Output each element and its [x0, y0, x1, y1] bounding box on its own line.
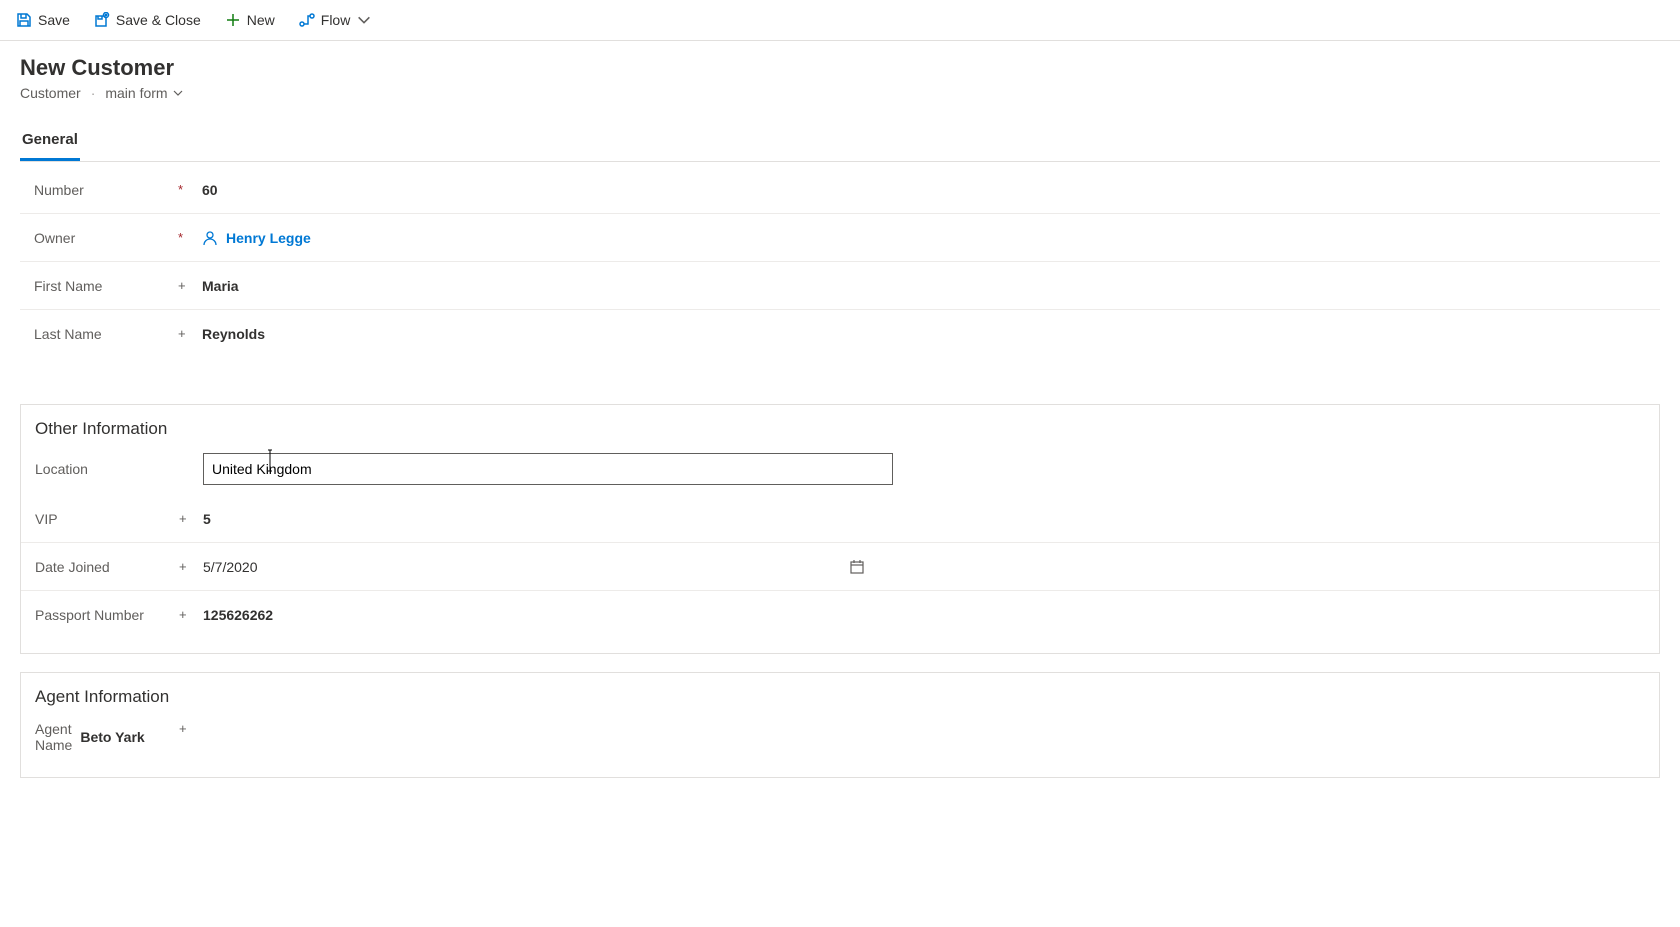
first-name-label: First Name — [34, 278, 102, 294]
recommended-icon: + — [179, 607, 187, 622]
save-close-icon — [94, 12, 110, 28]
last-name-value: Reynolds — [202, 326, 265, 342]
field-passport-number[interactable]: Passport Number + 125626262 — [21, 591, 1659, 639]
flow-button[interactable]: Flow — [293, 8, 379, 32]
owner-label: Owner — [34, 230, 75, 246]
agent-name-label: Agent Name — [35, 721, 72, 753]
field-date-joined[interactable]: Date Joined + 5/7/2020 — [21, 543, 1659, 591]
date-joined-label: Date Joined — [35, 559, 110, 575]
save-icon — [16, 12, 32, 28]
command-bar: Save Save & Close New Flow — [0, 0, 1680, 41]
section-title-other: Other Information — [21, 405, 1659, 443]
tab-general[interactable]: General — [20, 123, 80, 161]
last-name-label: Last Name — [34, 326, 102, 342]
recommended-icon: + — [178, 278, 186, 293]
new-button[interactable]: New — [219, 8, 281, 32]
form-name: main form — [105, 85, 167, 101]
field-last-name[interactable]: Last Name + Reynolds — [20, 310, 1660, 358]
page-header: New Customer Customer · main form — [0, 41, 1680, 109]
field-vip[interactable]: VIP + 5 — [21, 495, 1659, 543]
owner-value: Henry Legge — [226, 230, 311, 246]
location-label: Location — [35, 461, 88, 477]
passport-label: Passport Number — [35, 607, 144, 623]
tab-list: General — [0, 123, 1680, 161]
save-label: Save — [38, 12, 70, 28]
chevron-down-icon — [356, 12, 372, 28]
required-icon: * — [178, 230, 183, 245]
recommended-icon: + — [178, 326, 186, 341]
number-label: Number — [34, 182, 84, 198]
vip-value: 5 — [203, 511, 211, 527]
save-close-button[interactable]: Save & Close — [88, 8, 207, 32]
field-agent-name[interactable]: Agent Name + Beto Yark — [21, 711, 621, 763]
passport-value: 125626262 — [203, 607, 273, 623]
save-button[interactable]: Save — [10, 8, 76, 32]
section-title-agent: Agent Information — [21, 673, 1659, 711]
flow-label: Flow — [321, 12, 351, 28]
flow-icon — [299, 12, 315, 28]
number-value: 60 — [202, 182, 218, 198]
first-name-value: Maria — [202, 278, 239, 294]
form-selector[interactable]: main form — [105, 85, 183, 101]
chevron-down-icon — [172, 87, 184, 99]
field-owner[interactable]: Owner * Henry Legge — [20, 214, 1660, 262]
page-title: New Customer — [20, 55, 1660, 81]
vip-label: VIP — [35, 511, 58, 527]
recommended-icon: + — [179, 511, 187, 526]
entity-label: Customer — [20, 85, 81, 101]
agent-name-value: Beto Yark — [80, 729, 144, 745]
owner-lookup[interactable]: Henry Legge — [202, 230, 311, 246]
separator: · — [91, 85, 96, 101]
section-general: Number * 60 Owner * Henry Legge — [20, 161, 1660, 386]
section-agent-information: Agent Information Agent Name + Beto Yark — [20, 672, 1660, 778]
location-input[interactable] — [203, 453, 893, 485]
section-other-information: Other Information Location VIP + 5 — [20, 404, 1660, 654]
field-number[interactable]: Number * 60 — [20, 166, 1660, 214]
field-first-name[interactable]: First Name + Maria — [20, 262, 1660, 310]
person-icon — [202, 230, 218, 246]
calendar-icon[interactable] — [849, 559, 865, 575]
required-icon: * — [178, 182, 183, 197]
plus-icon — [225, 12, 241, 28]
field-location[interactable]: Location — [21, 443, 1659, 495]
new-label: New — [247, 12, 275, 28]
recommended-icon: + — [179, 559, 187, 574]
breadcrumb: Customer · main form — [20, 85, 1660, 101]
date-joined-value: 5/7/2020 — [203, 559, 258, 575]
save-close-label: Save & Close — [116, 12, 201, 28]
